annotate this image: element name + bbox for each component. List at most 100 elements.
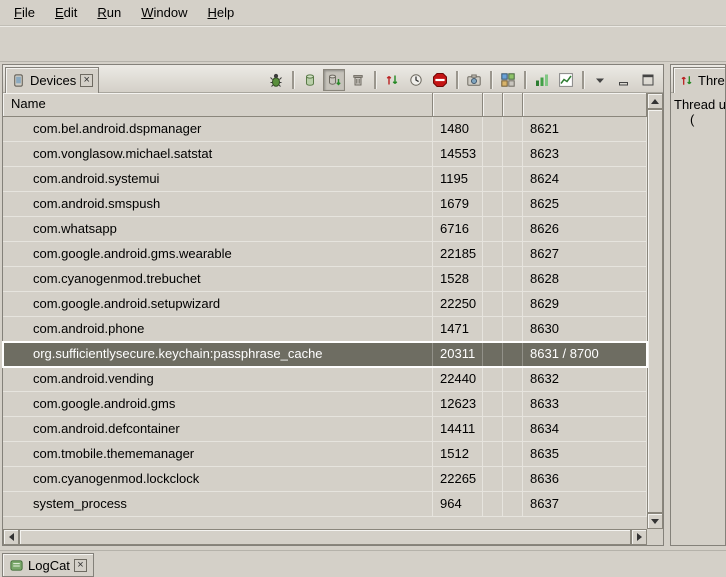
process-name: com.android.phone bbox=[3, 317, 433, 341]
empty-cell bbox=[503, 142, 523, 166]
empty-cell bbox=[483, 242, 503, 266]
process-pid: 22185 bbox=[433, 242, 483, 266]
arrow-down-icon bbox=[651, 519, 659, 524]
empty-cell bbox=[503, 267, 523, 291]
process-port: 8637 bbox=[523, 492, 647, 516]
table-row[interactable]: com.tmobile.thememanager 1512 8635 bbox=[3, 442, 647, 467]
column-header-name[interactable]: Name bbox=[3, 93, 433, 117]
scroll-left-button[interactable] bbox=[3, 529, 19, 545]
process-pid: 964 bbox=[433, 492, 483, 516]
tab-threads-label: Threads bbox=[698, 73, 726, 88]
process-port: 8628 bbox=[523, 267, 647, 291]
table-row[interactable]: org.sufficientlysecure.keychain:passphra… bbox=[3, 342, 647, 367]
table-row[interactable]: com.android.defcontainer 14411 8634 bbox=[3, 417, 647, 442]
screen-capture-icon[interactable] bbox=[463, 69, 485, 91]
menu-file[interactable]: File bbox=[4, 2, 45, 23]
menu-edit[interactable]: Edit bbox=[45, 2, 87, 23]
menubar: FileEditRunWindowHelp bbox=[0, 0, 726, 26]
process-pid: 1528 bbox=[433, 267, 483, 291]
process-port: 8621 bbox=[523, 117, 647, 141]
stop-process-icon[interactable] bbox=[429, 69, 451, 91]
process-port: 8632 bbox=[523, 367, 647, 391]
view-menu-icon[interactable] bbox=[589, 69, 611, 91]
process-port: 8623 bbox=[523, 142, 647, 166]
process-port: 8630 bbox=[523, 317, 647, 341]
devices-panel-header: Devices bbox=[3, 65, 663, 93]
empty-cell bbox=[503, 117, 523, 141]
table-row[interactable]: system_process 964 8637 bbox=[3, 492, 647, 517]
horizontal-scrollbar-thumb[interactable] bbox=[19, 529, 631, 545]
process-port: 8627 bbox=[523, 242, 647, 266]
table-row[interactable]: com.android.smspush 1679 8625 bbox=[3, 192, 647, 217]
process-port: 8625 bbox=[523, 192, 647, 216]
close-icon[interactable] bbox=[80, 74, 93, 87]
process-name: com.android.systemui bbox=[3, 167, 433, 191]
column-header-port[interactable] bbox=[523, 93, 647, 117]
dump-hprof-icon[interactable] bbox=[323, 69, 345, 91]
table-row[interactable]: com.bel.android.dspmanager 1480 8621 bbox=[3, 117, 647, 142]
table-row[interactable]: com.google.android.gms 12623 8633 bbox=[3, 392, 647, 417]
table-row[interactable]: com.android.systemui 1195 8624 bbox=[3, 167, 647, 192]
vertical-scrollbar[interactable] bbox=[647, 93, 663, 529]
process-port: 8629 bbox=[523, 292, 647, 316]
tab-threads[interactable]: Threads bbox=[673, 67, 726, 93]
process-name: com.tmobile.thememanager bbox=[3, 442, 433, 466]
empty-cell bbox=[483, 192, 503, 216]
sysinfo-bars-icon[interactable] bbox=[531, 69, 553, 91]
close-icon[interactable] bbox=[74, 559, 87, 572]
table-row[interactable]: com.vonglasow.michael.satstat 14553 8623 bbox=[3, 142, 647, 167]
column-header-empty-2[interactable] bbox=[503, 93, 523, 117]
start-method-profiling-icon[interactable] bbox=[405, 69, 427, 91]
empty-cell bbox=[483, 342, 503, 366]
maximize-icon[interactable] bbox=[637, 69, 659, 91]
scroll-down-button[interactable] bbox=[647, 513, 663, 529]
update-threads-icon[interactable] bbox=[381, 69, 403, 91]
table-row[interactable]: com.whatsapp 6716 8626 bbox=[3, 217, 647, 242]
scroll-up-button[interactable] bbox=[647, 93, 663, 109]
minimize-icon[interactable] bbox=[613, 69, 635, 91]
table-row[interactable]: com.cyanogenmod.lockclock 22265 8636 bbox=[3, 467, 647, 492]
table-row[interactable]: com.cyanogenmod.trebuchet 1528 8628 bbox=[3, 267, 647, 292]
update-heap-icon[interactable] bbox=[299, 69, 321, 91]
device-table-header: Name bbox=[3, 93, 647, 117]
empty-cell bbox=[503, 467, 523, 491]
tab-devices[interactable]: Devices bbox=[5, 67, 99, 93]
tab-logcat[interactable]: LogCat bbox=[2, 553, 94, 577]
debug-process-icon[interactable] bbox=[265, 69, 287, 91]
horizontal-scrollbar[interactable] bbox=[3, 529, 647, 545]
empty-cell bbox=[503, 292, 523, 316]
toolbar-separator bbox=[524, 71, 526, 89]
empty-cell bbox=[483, 217, 503, 241]
logcat-icon bbox=[9, 558, 24, 573]
menu-help[interactable]: Help bbox=[197, 2, 244, 23]
cause-gc-icon[interactable] bbox=[347, 69, 369, 91]
process-pid: 22265 bbox=[433, 467, 483, 491]
table-row[interactable]: com.google.android.setupwizard 22250 862… bbox=[3, 292, 647, 317]
table-row[interactable]: com.android.phone 1471 8630 bbox=[3, 317, 647, 342]
empty-cell bbox=[483, 317, 503, 341]
column-header-empty-1[interactable] bbox=[483, 93, 503, 117]
column-header-pid[interactable] bbox=[433, 93, 483, 117]
empty-cell bbox=[483, 467, 503, 491]
arrow-up-icon bbox=[651, 99, 659, 104]
empty-cell bbox=[503, 242, 523, 266]
process-port: 8626 bbox=[523, 217, 647, 241]
toolbar-separator bbox=[582, 71, 584, 89]
scroll-right-button[interactable] bbox=[631, 529, 647, 545]
toolbar-separator bbox=[456, 71, 458, 89]
table-row[interactable]: com.google.android.gms.wearable 22185 86… bbox=[3, 242, 647, 267]
sysinfo-graph-icon[interactable] bbox=[555, 69, 577, 91]
vertical-scrollbar-thumb[interactable] bbox=[647, 109, 663, 513]
toolbar-separator bbox=[490, 71, 492, 89]
table-row[interactable]: com.android.vending 22440 8632 bbox=[3, 367, 647, 392]
process-pid: 14411 bbox=[433, 417, 483, 441]
threads-message-line1: Thread up bbox=[674, 97, 722, 112]
menu-window[interactable]: Window bbox=[131, 2, 197, 23]
process-port: 8635 bbox=[523, 442, 647, 466]
toolbar-separator bbox=[374, 71, 376, 89]
dump-view-hierarchy-icon[interactable] bbox=[497, 69, 519, 91]
process-name: com.whatsapp bbox=[3, 217, 433, 241]
menu-run[interactable]: Run bbox=[87, 2, 131, 23]
empty-cell bbox=[503, 492, 523, 516]
process-name: com.google.android.gms.wearable bbox=[3, 242, 433, 266]
